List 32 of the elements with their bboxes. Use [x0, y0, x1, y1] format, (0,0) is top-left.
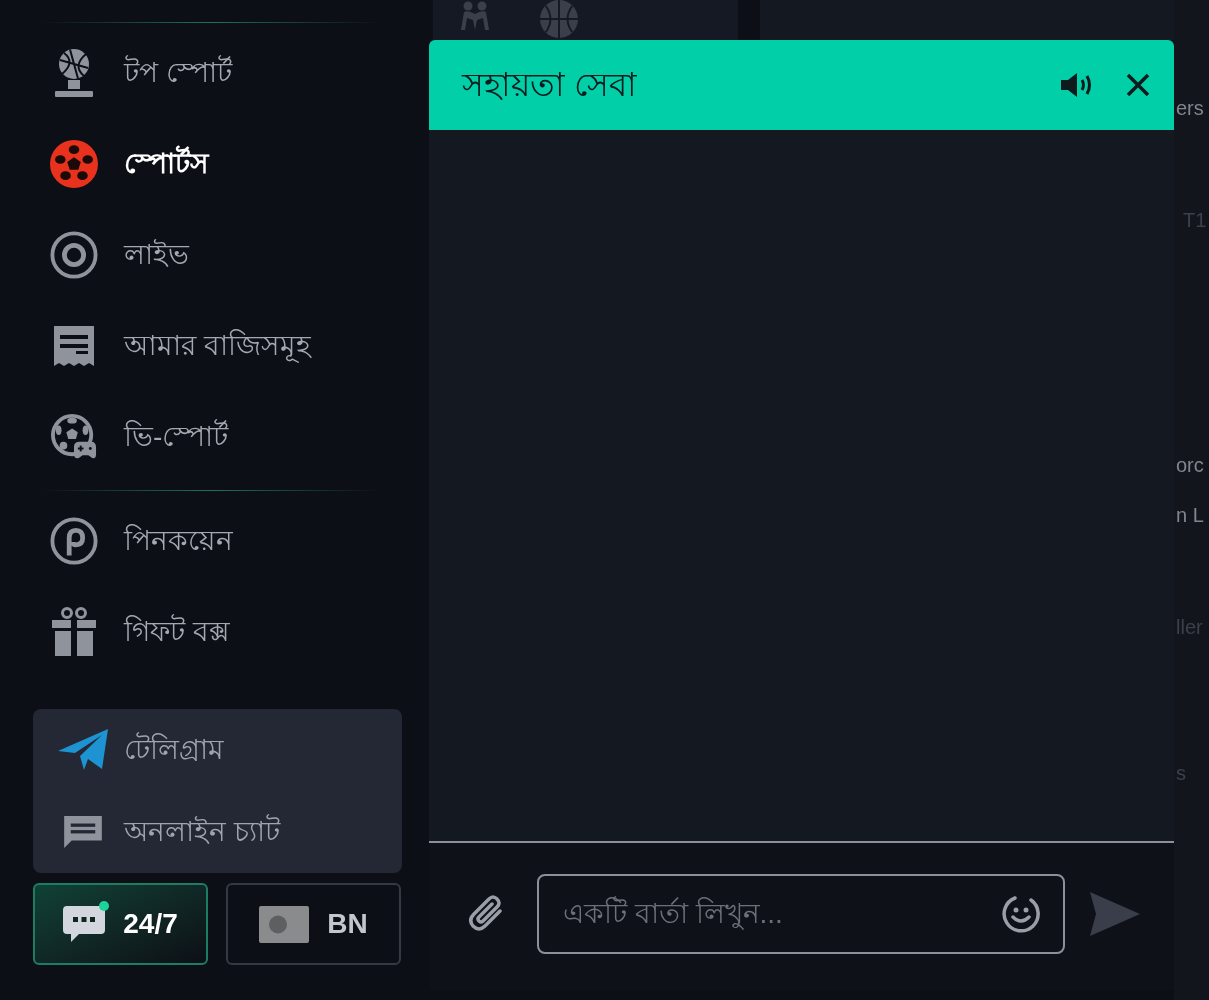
sidebar-item[interactable]: গিফট বক্স	[50, 606, 230, 657]
contact-link[interactable]: টেলিগ্রাম	[58, 729, 224, 771]
paper-plane-icon	[58, 729, 108, 771]
flag-icon	[259, 905, 310, 943]
message-input-field[interactable]: একটি বার্তা লিখুন...	[537, 873, 1065, 954]
sidebar-item[interactable]: স্পোর্টস	[50, 138, 209, 189]
chat-title: সহায়তা সেবা	[462, 65, 638, 105]
message-icon	[64, 816, 102, 848]
coin-icon	[50, 515, 98, 566]
contact-link[interactable]: অনলাইন চ্যাট	[58, 814, 280, 850]
soccer-ball-gamepad-icon	[51, 413, 97, 460]
sidebar-item[interactable]: পিনকয়েন	[50, 515, 233, 566]
sidebar-item[interactable]: আমার বাজিসমূহ	[50, 323, 311, 368]
sidebar-item[interactable]: লাইভ	[50, 229, 189, 280]
soccer-ball-icon	[50, 138, 98, 189]
smiley-icon	[1001, 893, 1041, 934]
language-button[interactable]: BN	[226, 883, 401, 965]
close-icon	[1126, 73, 1150, 97]
match-text: ers	[1175, 96, 1205, 120]
sidebar-item[interactable]: টপ স্পোর্ট	[50, 47, 232, 98]
close-button[interactable]	[1126, 73, 1150, 97]
basketball-trophy-icon	[52, 47, 96, 98]
match-text: n L	[1175, 503, 1205, 527]
receipt-icon	[52, 323, 96, 368]
concentric-rings-icon	[50, 229, 98, 280]
send-icon	[1090, 891, 1140, 936]
chat-bubble-icon	[63, 906, 106, 942]
gift-icon	[51, 606, 97, 657]
sidebar-item[interactable]: ভি-স্পোর্ট	[50, 413, 229, 460]
emoji-button[interactable]	[1001, 893, 1041, 934]
support-button[interactable]: 24/7	[33, 883, 208, 965]
match-text: orc	[1175, 453, 1205, 477]
